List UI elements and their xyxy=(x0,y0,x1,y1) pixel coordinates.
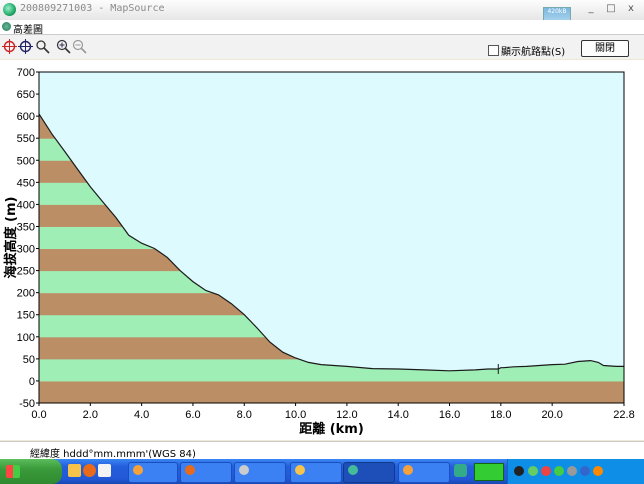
x-tick-label: 8.0 xyxy=(237,409,252,421)
coordinate-format-text: 經緯度 hddd°mm.mmm'(WGS 84) xyxy=(30,449,196,460)
show-waypoints-label: 顯示航路點(S) xyxy=(501,47,566,58)
taskbar-app-mapsource[interactable] xyxy=(343,462,395,483)
close-window-button[interactable]: x xyxy=(622,2,640,16)
chart-svg: -500501001502002503003504004505005506006… xyxy=(3,67,635,437)
taskbar-app-6[interactable] xyxy=(398,462,450,483)
y-tick-label: 600 xyxy=(17,111,35,123)
y-axis-label: 海拔高度 (m) xyxy=(3,197,19,279)
y-tick-label: 550 xyxy=(17,133,35,145)
x-tick-label: 6.0 xyxy=(185,409,200,421)
minimize-button[interactable]: _ xyxy=(582,2,600,16)
quicklaunch-browser-icon[interactable] xyxy=(83,464,96,477)
dialog-title-bar: 高差圖 xyxy=(0,20,644,36)
y-tick-label: 100 xyxy=(17,332,35,344)
x-tick-label: 10.0 xyxy=(285,409,306,421)
tray-icon-2[interactable] xyxy=(528,466,538,476)
tray-icon-4[interactable] xyxy=(554,466,564,476)
y-tick-label: 500 xyxy=(17,155,35,167)
y-tick-label: 0 xyxy=(29,376,35,388)
app-icon xyxy=(133,465,143,475)
dialog-title: 高差圖 xyxy=(13,25,43,36)
x-tick-label: 2.0 xyxy=(83,409,98,421)
zoom-in-icon[interactable] xyxy=(56,39,71,54)
tray-icon-3[interactable] xyxy=(541,466,551,476)
x-tick-label: 18.0 xyxy=(490,409,511,421)
y-tick-label: 700 xyxy=(17,67,35,79)
x-axis-label: 距離 (km) xyxy=(299,421,364,437)
taskbar xyxy=(0,459,644,484)
tray-app-icon[interactable] xyxy=(454,464,467,477)
y-tick-label: 250 xyxy=(17,266,35,278)
crosshair-tool-icon[interactable] xyxy=(2,39,17,54)
tray-icon-7[interactable] xyxy=(593,466,603,476)
show-waypoints-checkbox[interactable] xyxy=(488,45,499,56)
y-tick-label: 400 xyxy=(17,199,35,211)
y-tick-label: 450 xyxy=(17,177,35,189)
window-title: 200809271003 - MapSource xyxy=(20,3,165,14)
battery-indicator xyxy=(474,463,504,481)
x-tick-label: 14.0 xyxy=(387,409,408,421)
y-tick-label: 50 xyxy=(23,354,35,366)
x-tick-label: 0.0 xyxy=(31,409,46,421)
mapsource-icon xyxy=(348,465,358,475)
taskbar-app-2[interactable] xyxy=(180,462,232,483)
system-tray xyxy=(507,459,644,484)
status-bar: 經緯度 hddd°mm.mmm'(WGS 84) xyxy=(0,441,644,460)
elevation-band xyxy=(39,380,624,404)
y-tick-label: 650 xyxy=(17,89,35,101)
y-tick-label: 300 xyxy=(17,244,35,256)
app-icon xyxy=(239,465,249,475)
quicklaunch-folder-icon[interactable] xyxy=(68,464,81,477)
mapsource-app-icon xyxy=(3,3,16,16)
quicklaunch-notepad-icon[interactable] xyxy=(98,464,111,477)
y-tick-label: 200 xyxy=(17,288,35,300)
x-tick-label: 22.8 xyxy=(613,409,634,421)
lasso-zoom-icon[interactable] xyxy=(35,39,50,54)
show-waypoints-toggle[interactable]: 顯示航路點(S) xyxy=(488,43,565,58)
dialog-icon xyxy=(2,22,11,31)
x-tick-label: 12.0 xyxy=(336,409,357,421)
folder-icon xyxy=(295,465,305,475)
tray-icon-6[interactable] xyxy=(580,466,590,476)
maximize-button[interactable]: □ xyxy=(602,2,620,16)
taskbar-app-3[interactable] xyxy=(234,462,286,483)
x-tick-label: 16.0 xyxy=(439,409,460,421)
close-button[interactable]: 關閉 xyxy=(581,40,629,57)
windows-flag-icon xyxy=(6,465,20,478)
taskbar-app-1[interactable] xyxy=(128,462,178,483)
x-tick-label: 20.0 xyxy=(541,409,562,421)
y-tick-label: 150 xyxy=(17,310,35,322)
taskbar-app-4[interactable] xyxy=(290,462,342,483)
thumbnail-label: 420kB xyxy=(547,8,567,15)
browser-icon xyxy=(185,465,195,475)
start-button[interactable] xyxy=(0,459,62,484)
app-icon xyxy=(403,465,413,475)
elevation-profile-chart: -50 0 50 100 150 200 250 300 350 400 450 500 550 600 6… xyxy=(0,60,644,440)
x-tick-label: 4.0 xyxy=(134,409,149,421)
select-tool-icon[interactable] xyxy=(18,39,33,54)
tray-icon-1[interactable] xyxy=(514,466,524,476)
tray-icon-5[interactable] xyxy=(567,466,577,476)
y-tick-label: 350 xyxy=(17,221,35,233)
zoom-out-icon[interactable] xyxy=(72,39,87,54)
